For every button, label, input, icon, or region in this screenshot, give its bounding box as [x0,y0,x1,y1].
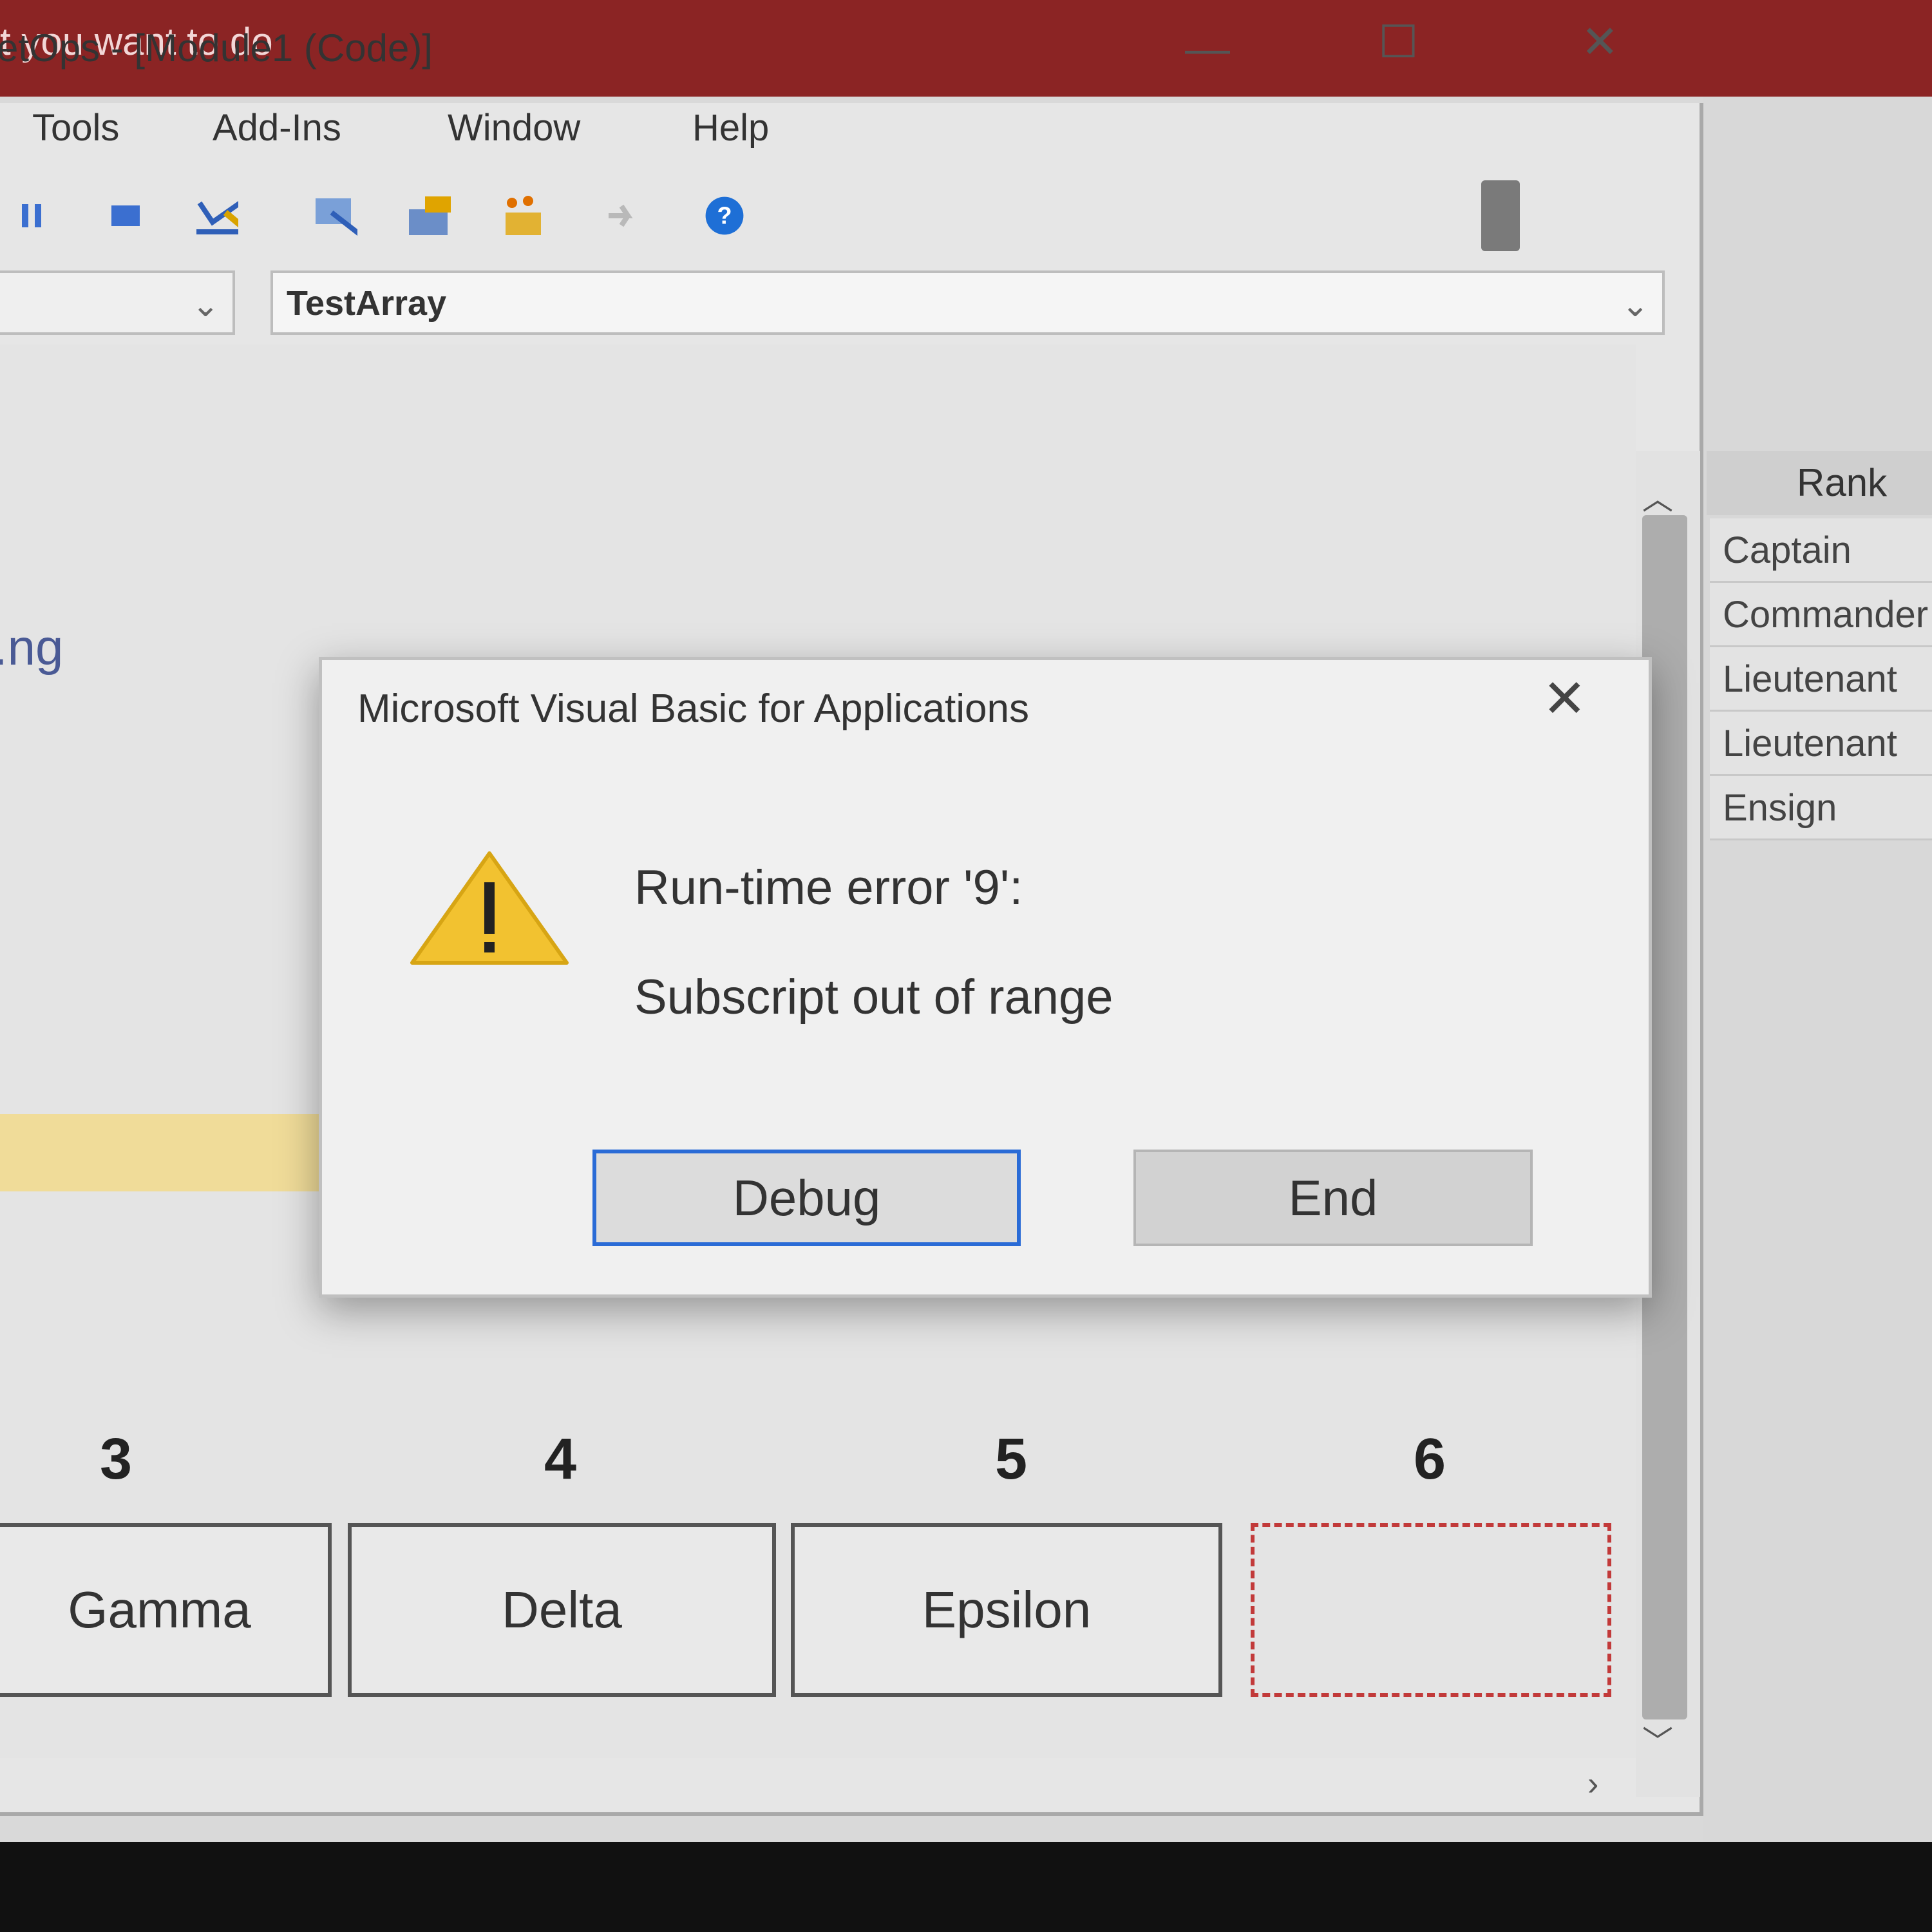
scroll-down-icon[interactable]: ﹀ [1642,1716,1673,1761]
array-index: 4 [544,1427,577,1492]
error-message: Subscript out of range [634,970,1113,1025]
scroll-up-icon[interactable]: ︿ [1642,473,1673,518]
array-cell-value: Gamma [68,1581,251,1638]
pause-icon[interactable] [10,193,55,238]
end-button[interactable]: End [1133,1150,1533,1246]
procedure-combo-value: TestArray [287,284,447,323]
warning-icon [410,851,569,965]
error-title: Run-time error '9': [634,860,1023,915]
scroll-right-icon[interactable]: › [1587,1765,1598,1803]
worksheet-area [1703,97,1932,1842]
rank-header-label: Rank [1797,461,1888,504]
rank-row[interactable]: Ensign [1710,776,1932,840]
rank-row[interactable]: Commander [1710,583,1932,647]
array-cell: Delta [348,1523,776,1697]
menu-tools[interactable]: Tools [32,106,119,149]
code-text: .ng [0,619,64,676]
array-cell-value: Delta [502,1581,622,1638]
close-window-button[interactable]: ✕ [1581,19,1619,64]
array-index: 6 [1413,1427,1446,1492]
project-explorer-icon[interactable] [312,193,357,238]
taskbar-area [0,1842,1932,1932]
svg-text:?: ? [717,203,732,230]
debug-highlight-line [0,1114,322,1191]
debug-button[interactable]: Debug [592,1150,1021,1246]
dialog-title: Microsoft Visual Basic for Applications [357,687,1029,731]
help-icon[interactable]: ? [702,193,747,238]
minimize-button[interactable]: — [1185,26,1230,71]
rank-row[interactable]: Captain [1710,518,1932,583]
array-cell: Epsilon [791,1523,1222,1697]
dialog-close-icon[interactable]: ✕ [1542,673,1587,726]
maximize-button[interactable]: ☐ [1378,19,1419,64]
chevron-down-icon: ⌄ [1621,287,1649,324]
array-index: 3 [99,1427,133,1492]
rank-row[interactable]: Lieutenant [1710,712,1932,776]
object-browser-icon[interactable] [499,193,544,238]
array-cell-value: Epsilon [922,1581,1092,1638]
design-mode-icon[interactable] [193,193,238,238]
menu-help[interactable]: Help [692,106,769,149]
menu-add-ins[interactable]: Add-Ins [213,106,341,149]
array-index: 5 [994,1427,1028,1492]
window-title: etOps - [Module1 (Code)] [0,26,433,70]
stop-icon[interactable] [103,193,148,238]
properties-icon[interactable] [406,193,451,238]
procedure-combo[interactable]: ⌄ [270,270,1665,335]
object-combo[interactable]: ⌄ [0,270,235,335]
toolbar-grip[interactable] [1481,180,1520,251]
array-cell: Gamma [0,1523,332,1697]
rank-row[interactable]: Lieutenant [1710,647,1932,712]
array-cell-out-of-range [1251,1523,1611,1697]
toolbox-icon[interactable] [599,193,644,238]
menu-window[interactable]: Window [448,106,580,149]
chevron-down-icon: ⌄ [191,287,220,324]
